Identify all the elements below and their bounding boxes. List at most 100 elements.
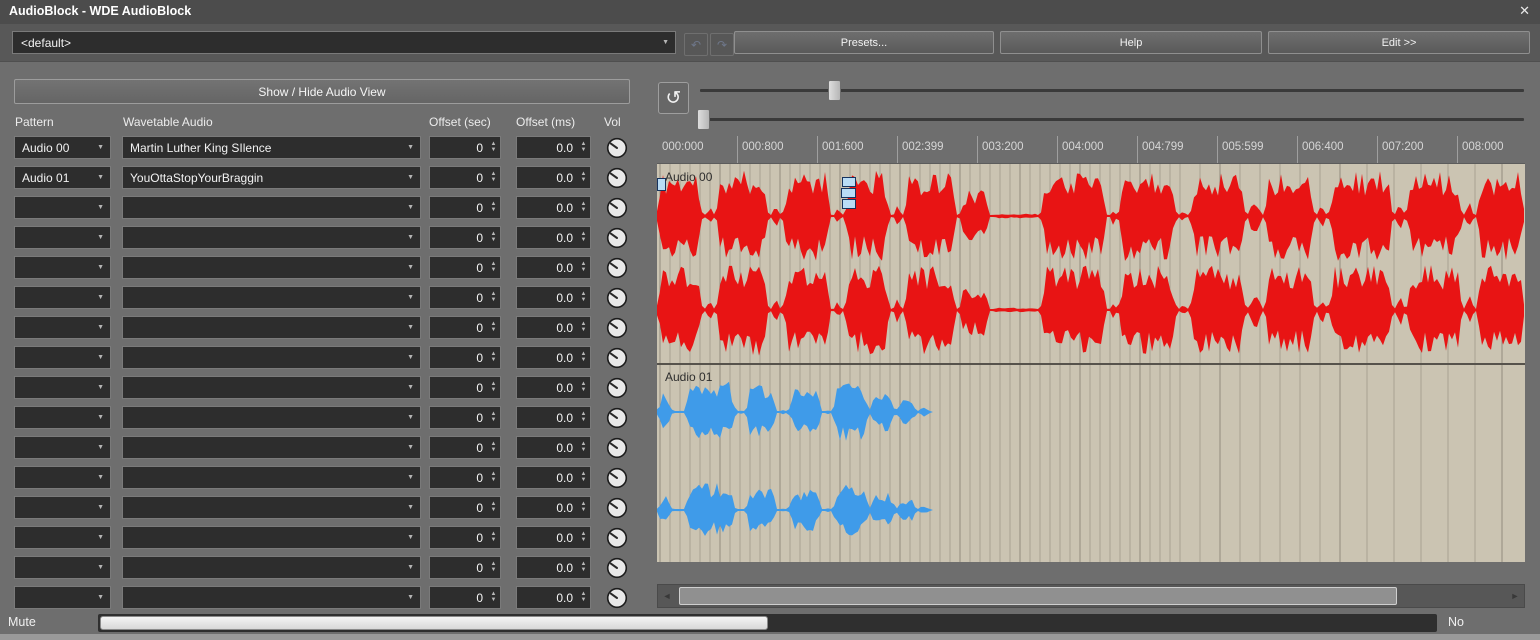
spinner-arrows[interactable]: ▲ ▼ [577,142,590,153]
offset-sec-spinner[interactable]: 0 ▲ ▼ [429,226,501,249]
spin-down-icon[interactable]: ▼ [581,538,587,543]
offset-sec-spinner[interactable]: 0 ▲ ▼ [429,136,501,159]
pattern-select[interactable]: ▼ [14,436,111,459]
timeline-ruler[interactable]: 000:000000:800001:600002:399003:200004:0… [657,133,1525,163]
pattern-select[interactable]: ▼ [14,286,111,309]
spin-down-icon[interactable]: ▼ [581,508,587,513]
wavetable-select[interactable]: ▼ [122,316,421,339]
wavetable-select[interactable]: ▼ [122,466,421,489]
pattern-select[interactable]: ▼ [14,496,111,519]
offset-sec-spinner[interactable]: 0 ▲ ▼ [429,166,501,189]
spin-down-icon[interactable]: ▼ [491,388,497,393]
offset-ms-spinner[interactable]: 0.0 ▲ ▼ [516,406,591,429]
pattern-select[interactable]: ▼ [14,376,111,399]
offset-ms-spinner[interactable]: 0.0 ▲ ▼ [516,526,591,549]
spin-down-icon[interactable]: ▼ [491,418,497,423]
spinner-arrows[interactable]: ▲ ▼ [487,382,500,393]
spinner-arrows[interactable]: ▲ ▼ [487,532,500,543]
volume-knob[interactable] [606,197,628,219]
offset-sec-spinner[interactable]: 0 ▲ ▼ [429,466,501,489]
preset-select[interactable]: <default> ▼ [12,31,676,54]
offset-sec-spinner[interactable]: 0 ▲ ▼ [429,316,501,339]
offset-ms-spinner[interactable]: 0.0 ▲ ▼ [516,556,591,579]
spin-down-icon[interactable]: ▼ [491,328,497,333]
spin-down-icon[interactable]: ▼ [491,568,497,573]
offset-sec-spinner[interactable]: 0 ▲ ▼ [429,286,501,309]
pattern-select[interactable]: ▼ [14,196,111,219]
pattern-select[interactable]: Audio 01 ▼ [14,166,111,189]
spin-down-icon[interactable]: ▼ [581,598,587,603]
offset-ms-spinner[interactable]: 0.0 ▲ ▼ [516,196,591,219]
spinner-arrows[interactable]: ▲ ▼ [487,292,500,303]
spinner-arrows[interactable]: ▲ ▼ [487,172,500,183]
volume-knob[interactable] [606,497,628,519]
wavetable-select[interactable]: ▼ [122,556,421,579]
wavetable-select[interactable]: ▼ [122,226,421,249]
spinner-arrows[interactable]: ▲ ▼ [577,442,590,453]
spin-down-icon[interactable]: ▼ [491,358,497,363]
offset-sec-spinner[interactable]: 0 ▲ ▼ [429,346,501,369]
help-button[interactable]: Help [1000,31,1262,54]
volume-knob[interactable] [606,287,628,309]
spinner-arrows[interactable]: ▲ ▼ [577,262,590,273]
volume-knob[interactable] [606,377,628,399]
volume-knob[interactable] [606,227,628,249]
volume-knob[interactable] [606,257,628,279]
pattern-select[interactable]: ▼ [14,346,111,369]
waveform-scrollbar[interactable]: ◄ ► [657,584,1525,608]
wavetable-select[interactable]: ▼ [122,346,421,369]
pattern-select[interactable]: ▼ [14,226,111,249]
pattern-select[interactable]: Audio 00 ▼ [14,136,111,159]
spinner-arrows[interactable]: ▲ ▼ [577,592,590,603]
offset-sec-spinner[interactable]: 0 ▲ ▼ [429,256,501,279]
wavetable-select[interactable]: ▼ [122,436,421,459]
spinner-arrows[interactable]: ▲ ▼ [487,232,500,243]
spin-down-icon[interactable]: ▼ [581,178,587,183]
wavetable-select[interactable]: ▼ [122,256,421,279]
volume-knob[interactable] [606,437,628,459]
spin-down-icon[interactable]: ▼ [581,298,587,303]
spinner-arrows[interactable]: ▲ ▼ [487,202,500,213]
offset-ms-spinner[interactable]: 0.0 ▲ ▼ [516,436,591,459]
volume-knob[interactable] [606,347,628,369]
clip-handle-top[interactable] [842,177,856,187]
offset-ms-spinner[interactable]: 0.0 ▲ ▼ [516,466,591,489]
scrollbar-thumb[interactable] [679,587,1397,605]
pattern-select[interactable]: ▼ [14,256,111,279]
spin-down-icon[interactable]: ▼ [581,448,587,453]
spin-down-icon[interactable]: ▼ [581,238,587,243]
spin-down-icon[interactable]: ▼ [491,598,497,603]
volume-knob[interactable] [606,167,628,189]
spin-down-icon[interactable]: ▼ [581,148,587,153]
wavetable-select[interactable]: ▼ [122,526,421,549]
offset-ms-spinner[interactable]: 0.0 ▲ ▼ [516,586,591,609]
spin-down-icon[interactable]: ▼ [491,238,497,243]
spinner-arrows[interactable]: ▲ ▼ [577,292,590,303]
pattern-select[interactable]: ▼ [14,406,111,429]
spinner-arrows[interactable]: ▲ ▼ [487,562,500,573]
spinner-arrows[interactable]: ▲ ▼ [577,352,590,363]
volume-knob[interactable] [606,527,628,549]
offset-ms-spinner[interactable]: 0.0 ▲ ▼ [516,316,591,339]
spinner-arrows[interactable]: ▲ ▼ [577,412,590,423]
spinner-arrows[interactable]: ▲ ▼ [487,592,500,603]
offset-sec-spinner[interactable]: 0 ▲ ▼ [429,496,501,519]
offset-ms-spinner[interactable]: 0.0 ▲ ▼ [516,226,591,249]
pattern-select[interactable]: ▼ [14,526,111,549]
wavetable-select[interactable]: ▼ [122,376,421,399]
spin-down-icon[interactable]: ▼ [491,448,497,453]
spin-down-icon[interactable]: ▼ [491,508,497,513]
waveform-view[interactable]: Audio 00Audio 01 [657,163,1525,562]
spin-down-icon[interactable]: ▼ [491,478,497,483]
spinner-arrows[interactable]: ▲ ▼ [577,562,590,573]
offset-ms-spinner[interactable]: 0.0 ▲ ▼ [516,166,591,189]
spinner-arrows[interactable]: ▲ ▼ [577,322,590,333]
offset-ms-spinner[interactable]: 0.0 ▲ ▼ [516,346,591,369]
pattern-select[interactable]: ▼ [14,316,111,339]
spinner-arrows[interactable]: ▲ ▼ [487,472,500,483]
wavetable-select[interactable]: ▼ [122,496,421,519]
close-icon[interactable]: ✕ [1519,3,1530,19]
spin-down-icon[interactable]: ▼ [491,268,497,273]
undo-button[interactable]: ↶ [684,33,708,56]
mute-slider-handle[interactable] [100,616,768,630]
